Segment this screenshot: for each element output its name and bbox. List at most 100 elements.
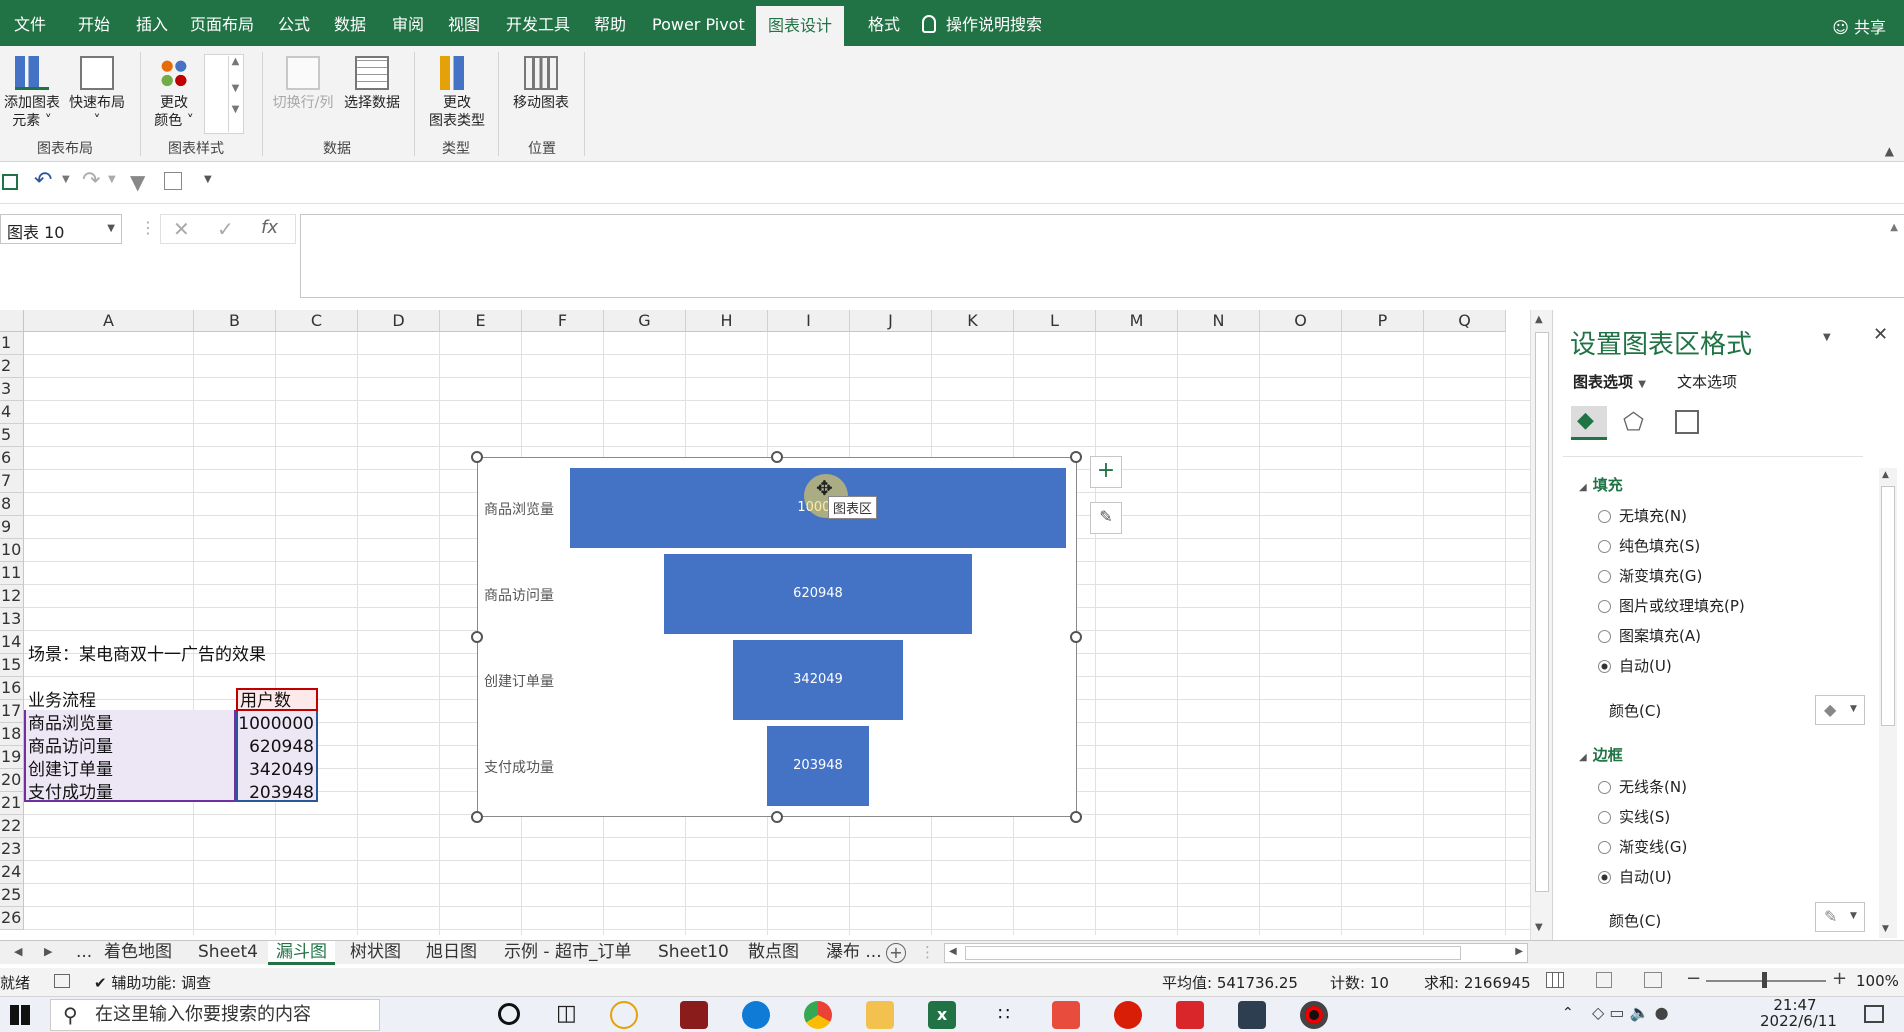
resize-handle-e[interactable] — [1070, 631, 1082, 643]
tab-chart-options[interactable]: 图表选项 ▼ — [1573, 371, 1646, 392]
column-header-l[interactable]: L — [1014, 310, 1096, 332]
redo-dropdown-icon[interactable]: ▼ — [108, 174, 116, 185]
cell-b7[interactable]: 203948 — [236, 782, 314, 804]
fill-option[interactable]: 纯色填充(S) — [1598, 535, 1700, 556]
sheet-tab[interactable]: Sheet4 — [190, 941, 266, 965]
name-box-dropdown-icon[interactable]: ▼ — [107, 223, 115, 234]
page-layout-view-icon[interactable] — [1596, 972, 1612, 988]
resize-handle-nw[interactable] — [471, 451, 483, 463]
row-header-19[interactable]: 19 — [0, 746, 24, 769]
border-option[interactable]: 渐变线(G) — [1598, 836, 1687, 857]
zoom-out-icon[interactable]: − — [1686, 968, 1701, 989]
chart-elements-button[interactable]: + — [1090, 456, 1122, 488]
horizontal-scroll-thumb[interactable] — [965, 946, 1461, 960]
resize-handle-n[interactable] — [771, 451, 783, 463]
task-view-icon[interactable]: ◫ — [556, 1001, 577, 1026]
cell-b5[interactable]: 620948 — [236, 736, 314, 758]
tab-chart-design[interactable]: 图表设计 — [756, 6, 845, 46]
pane-options-icon[interactable]: ▼ — [1823, 332, 1831, 343]
cell-a1[interactable]: 场景：某电商双十一广告的效果 — [28, 644, 266, 666]
column-header-h[interactable]: H — [686, 310, 768, 332]
cell-b4[interactable]: 1000000 — [236, 713, 314, 735]
cell-a4[interactable]: 商品浏览量 — [28, 713, 113, 735]
clock[interactable]: 21:47 2022/6/11 — [1760, 997, 1837, 1029]
border-section-header[interactable]: ◢ 边框 — [1579, 744, 1623, 765]
row-header-3[interactable]: 3 — [0, 378, 24, 401]
edge-icon[interactable] — [742, 1001, 770, 1029]
page-break-view-icon[interactable] — [1644, 972, 1662, 988]
tab-file[interactable]: 文件 — [2, 0, 58, 46]
tab-page-layout[interactable]: 页面布局 — [178, 0, 266, 46]
radio-button[interactable] — [1598, 781, 1611, 794]
vertical-scrollbar[interactable]: ▲ ▼ — [1530, 310, 1552, 940]
chart-styles-button[interactable]: ✎ — [1090, 502, 1122, 534]
tab-formulas[interactable]: 公式 — [266, 0, 322, 46]
record-icon[interactable] — [1300, 1001, 1328, 1029]
tab-home[interactable]: 开始 — [66, 0, 122, 46]
column-header-o[interactable]: O — [1260, 310, 1342, 332]
file-explorer-icon[interactable] — [866, 1001, 894, 1029]
undo-dropdown-icon[interactable]: ▼ — [62, 174, 70, 185]
app-icon-1[interactable] — [610, 1001, 638, 1029]
radio-button[interactable] — [1598, 570, 1611, 583]
cell-a3[interactable]: 业务流程 — [28, 690, 96, 712]
move-chart-button[interactable]: 移动图表 — [504, 50, 578, 112]
radio-button[interactable] — [1598, 540, 1611, 553]
row-header-1[interactable]: 1 — [0, 332, 24, 355]
radio-button[interactable] — [1598, 630, 1611, 643]
size-properties-tab-icon[interactable] — [1675, 410, 1699, 434]
column-header-b[interactable]: B — [194, 310, 276, 332]
macro-record-icon[interactable] — [54, 974, 70, 988]
column-header-q[interactable]: Q — [1424, 310, 1506, 332]
column-header-c[interactable]: C — [276, 310, 358, 332]
row-header-21[interactable]: 21 — [0, 792, 24, 815]
resize-handle-s[interactable] — [771, 811, 783, 823]
normal-view-icon[interactable] — [1546, 972, 1564, 988]
sheet-tab[interactable]: 旭日图 — [418, 941, 485, 965]
fill-option[interactable]: 图案填充(A) — [1598, 625, 1701, 646]
add-chart-element-button[interactable]: 添加图表 元素 ˅ — [0, 50, 64, 130]
zoom-level[interactable]: 100% — [1856, 972, 1899, 990]
horizontal-scrollbar[interactable]: ◀ ▶ — [944, 943, 1528, 963]
scroll-left-icon[interactable]: ◀ — [949, 946, 957, 957]
sheet-tab[interactable]: Sheet10 — [650, 941, 737, 965]
row-header-5[interactable]: 5 — [0, 424, 24, 447]
tab-power-pivot[interactable]: Power Pivot — [640, 0, 757, 46]
tab-insert[interactable]: 插入 — [124, 0, 180, 46]
prev-sheet-icon[interactable]: ◀ — [14, 945, 22, 958]
row-header-24[interactable]: 24 — [0, 861, 24, 884]
change-colors-button[interactable]: 更改 颜色 ˅ — [146, 50, 202, 130]
excel-icon[interactable]: x — [928, 1001, 956, 1029]
cancel-icon[interactable]: ✕ — [173, 217, 190, 241]
fill-color-picker[interactable]: ◆ ▼ — [1815, 695, 1865, 725]
tray-icons[interactable]: ◇ ▭ 🔈 ● — [1592, 1003, 1669, 1022]
change-chart-type-button[interactable]: 更改 图表类型 — [422, 50, 492, 130]
border-color-picker[interactable]: ✎ ▼ — [1815, 902, 1865, 932]
row-header-7[interactable]: 7 — [0, 470, 24, 493]
resize-handle-ne[interactable] — [1070, 451, 1082, 463]
funnel-bar[interactable]: 342049 — [733, 640, 903, 720]
funnel-bar[interactable]: 620948 — [664, 554, 972, 634]
row-header-22[interactable]: 22 — [0, 815, 24, 838]
funnel-bar[interactable]: 203948 — [767, 726, 869, 806]
row-header-6[interactable]: 6 — [0, 447, 24, 470]
fill-option[interactable]: 自动(U) — [1598, 655, 1672, 676]
row-header-23[interactable]: 23 — [0, 838, 24, 861]
border-option[interactable]: 自动(U) — [1598, 866, 1672, 887]
resize-handle-se[interactable] — [1070, 811, 1082, 823]
cortana-icon[interactable] — [498, 1003, 520, 1025]
pane-scroll-thumb[interactable] — [1881, 486, 1895, 726]
column-header-g[interactable]: G — [604, 310, 686, 332]
expand-formula-icon[interactable]: ▲ — [1890, 222, 1898, 233]
radio-button[interactable] — [1598, 510, 1611, 523]
column-header-a[interactable]: A — [24, 310, 194, 332]
tab-format[interactable]: 格式 — [856, 0, 912, 46]
sheet-tab[interactable]: 树状图 — [342, 941, 409, 965]
sheet-tab[interactable]: 漏斗图 — [268, 941, 335, 965]
row-header-2[interactable]: 2 — [0, 355, 24, 378]
scroll-thumb[interactable] — [1535, 332, 1549, 892]
fill-section-header[interactable]: ◢ 填充 — [1579, 474, 1623, 495]
border-option[interactable]: 实线(S) — [1598, 806, 1670, 827]
column-header-p[interactable]: P — [1342, 310, 1424, 332]
app-icon-winrar[interactable] — [680, 1001, 708, 1029]
